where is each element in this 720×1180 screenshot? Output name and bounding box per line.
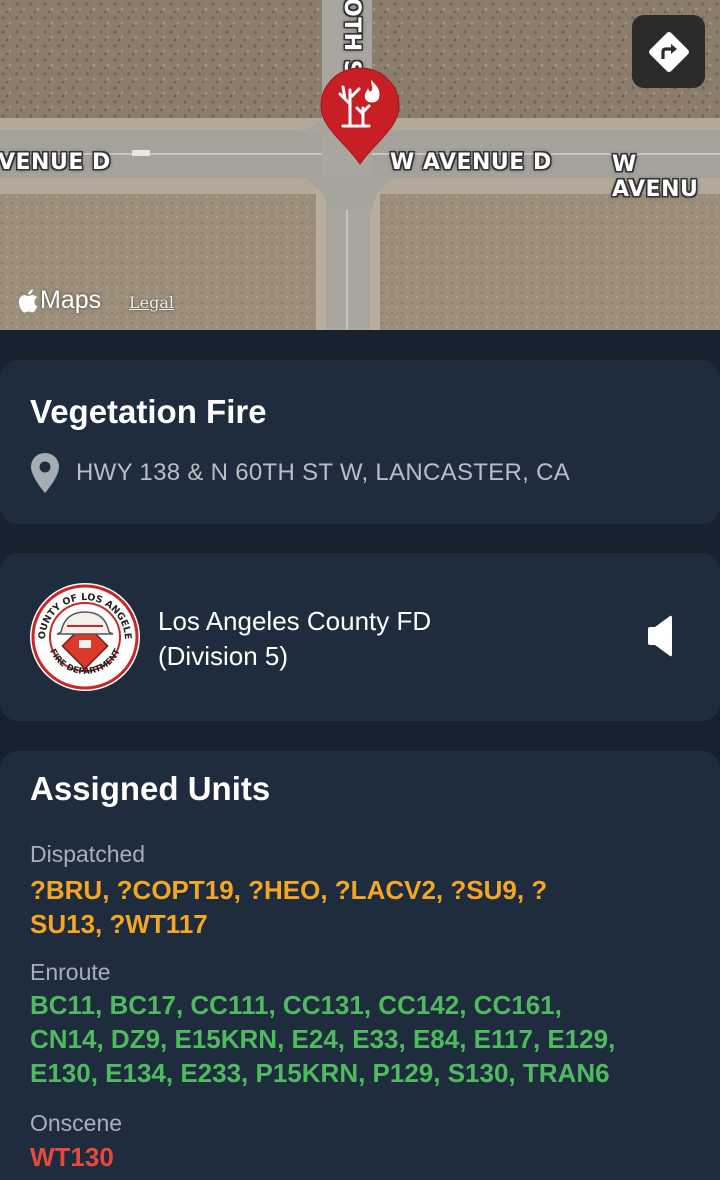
units-line: CN14, DZ9, E15KRN, E24, E33, E84, E117, … — [30, 1024, 616, 1054]
enroute-label: Enroute — [30, 959, 111, 985]
dispatched-label: Dispatched — [30, 841, 146, 867]
onscene-units: WT130 — [30, 1140, 700, 1174]
street-label: W AVENU — [612, 152, 699, 202]
agency-division-line: (Division 5) — [158, 641, 289, 671]
street-label: VENUE D — [0, 150, 111, 175]
units-line: E130, E134, E233, P15KRN, P129, S130, TR… — [30, 1058, 610, 1088]
onscene-label: Onscene — [30, 1110, 123, 1136]
agency-name: Los Angeles County FD (Division 5) — [158, 604, 431, 674]
enroute-units: BC11, BC17, CC111, CC131, CC142, CC161, … — [30, 988, 700, 1090]
incident-address: HWY 138 & N 60TH ST W, LANCASTER, CA — [76, 459, 571, 486]
maps-brand-text: Maps — [40, 286, 102, 314]
units-line: WT130 — [30, 1142, 114, 1172]
street-label-vertical: OTH S — [339, 0, 364, 77]
directions-button[interactable] — [632, 15, 705, 88]
map-view[interactable]: VENUE D W AVENUE D W AVENU OTH S Maps Le… — [0, 0, 720, 330]
agency-name-line: Los Angeles County FD — [158, 606, 432, 636]
units-line: SU13, ?WT117 — [30, 909, 208, 939]
directions-icon — [648, 31, 689, 72]
dispatched-units: ?BRU, ?COPT19, ?HEO, ?LACV2, ?SU9, ? SU1… — [30, 873, 700, 941]
incident-card — [0, 360, 720, 524]
maps-logo: Maps — [18, 286, 101, 315]
units-line: ?BRU, ?COPT19, ?HEO, ?LACV2, ?SU9, ? — [30, 875, 548, 905]
street-label: W AVENUE D — [390, 150, 552, 175]
legal-link[interactable]: Legal — [129, 293, 174, 312]
apple-logo-icon — [18, 288, 38, 313]
speaker-button[interactable] — [640, 612, 680, 660]
incident-type: Vegetation Fire — [30, 393, 267, 430]
units-line: BC11, BC17, CC111, CC131, CC142, CC161, — [30, 990, 562, 1020]
incident-address-row[interactable]: HWY 138 & N 60TH ST W, LANCASTER, CA — [30, 452, 570, 494]
assigned-units-title: Assigned Units — [30, 770, 271, 807]
agency-logo: COUNTY OF LOS ANGELES FIRE DEPARTMENT — [29, 582, 140, 691]
incident-pin[interactable] — [319, 66, 401, 166]
location-pin-icon — [31, 453, 59, 493]
speaker-icon — [648, 615, 672, 657]
